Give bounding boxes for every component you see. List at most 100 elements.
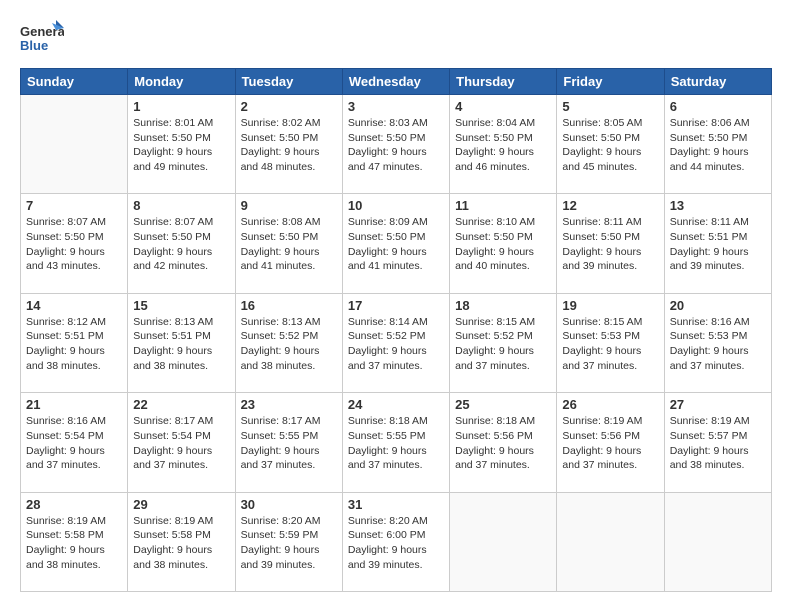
- day-info: Sunrise: 8:07 AM Sunset: 5:50 PM Dayligh…: [133, 215, 229, 274]
- day-info: Sunrise: 8:14 AM Sunset: 5:52 PM Dayligh…: [348, 315, 444, 374]
- calendar-cell: 21Sunrise: 8:16 AM Sunset: 5:54 PM Dayli…: [21, 393, 128, 492]
- day-number: 6: [670, 99, 766, 114]
- day-number: 30: [241, 497, 337, 512]
- calendar-cell: 26 Sunrise: 8:19 AM Sunset: 5:56 PM Dayli…: [557, 393, 664, 492]
- calendar-cell: 29 Sunrise: 8:19 AM Sunset: 5:58 PM Dayli…: [128, 492, 235, 591]
- day-info: Sunrise: 8:15 AM Sunset: 5:52 PM Dayligh…: [455, 315, 551, 374]
- day-number: 12: [562, 198, 658, 213]
- calendar-cell: 7 Sunrise: 8:07 AM Sunset: 5:50 PM Daylig…: [21, 194, 128, 293]
- day-number: 29: [133, 497, 229, 512]
- logo-icon: General Blue: [20, 20, 64, 56]
- day-number: 24: [348, 397, 444, 412]
- calendar-cell: 2Sunrise: 8:02 AM Sunset: 5:50 PM Daylig…: [235, 95, 342, 194]
- day-number: 7: [26, 198, 122, 213]
- day-number: 11: [455, 198, 551, 213]
- day-info: Sunrise: 8:19 AM Sunset: 5:58 PM Dayligh…: [26, 514, 122, 573]
- calendar-cell: 13 Sunrise: 8:11 AM Sunset: 5:51 PM Dayli…: [664, 194, 771, 293]
- day-info: Sunrise: 8:01 AM Sunset: 5:50 PM Dayligh…: [133, 116, 229, 175]
- day-info: Sunrise: 8:19 AM Sunset: 5:58 PM Dayligh…: [133, 514, 229, 573]
- day-number: 3: [348, 99, 444, 114]
- calendar-cell: [664, 492, 771, 591]
- day-info: Sunrise: 8:09 AM Sunset: 5:50 PM Dayligh…: [348, 215, 444, 274]
- calendar-cell: 22 Sunrise: 8:17 AM Sunset: 5:54 PM Dayli…: [128, 393, 235, 492]
- day-info: Sunrise: 8:16 AM Sunset: 5:54 PM Dayligh…: [26, 414, 122, 473]
- day-info: Sunrise: 8:10 AM Sunset: 5:50 PM Dayligh…: [455, 215, 551, 274]
- day-of-week-saturday: Saturday: [664, 69, 771, 95]
- day-info: Sunrise: 8:20 AM Sunset: 6:00 PM Dayligh…: [348, 514, 444, 573]
- day-info: Sunrise: 8:17 AM Sunset: 5:54 PM Dayligh…: [133, 414, 229, 473]
- day-info: Sunrise: 8:07 AM Sunset: 5:50 PM Dayligh…: [26, 215, 122, 274]
- page: General Blue SundayMondayTuesdayWednesda…: [0, 0, 792, 612]
- calendar-cell: [557, 492, 664, 591]
- day-number: 26: [562, 397, 658, 412]
- day-number: 19: [562, 298, 658, 313]
- day-number: 16: [241, 298, 337, 313]
- day-number: 4: [455, 99, 551, 114]
- day-number: 23: [241, 397, 337, 412]
- day-of-week-tuesday: Tuesday: [235, 69, 342, 95]
- day-info: Sunrise: 8:08 AM Sunset: 5:50 PM Dayligh…: [241, 215, 337, 274]
- calendar-cell: 12 Sunrise: 8:11 AM Sunset: 5:50 PM Dayli…: [557, 194, 664, 293]
- day-of-week-sunday: Sunday: [21, 69, 128, 95]
- day-info: Sunrise: 8:18 AM Sunset: 5:56 PM Dayligh…: [455, 414, 551, 473]
- day-info: Sunrise: 8:11 AM Sunset: 5:50 PM Dayligh…: [562, 215, 658, 274]
- day-number: 9: [241, 198, 337, 213]
- day-info: Sunrise: 8:11 AM Sunset: 5:51 PM Dayligh…: [670, 215, 766, 274]
- calendar-cell: 28 Sunrise: 8:19 AM Sunset: 5:58 PM Dayli…: [21, 492, 128, 591]
- day-number: 10: [348, 198, 444, 213]
- calendar-cell: 18 Sunrise: 8:15 AM Sunset: 5:52 PM Dayli…: [450, 293, 557, 392]
- day-info: Sunrise: 8:02 AM Sunset: 5:50 PM Dayligh…: [241, 116, 337, 175]
- calendar-week-2: 7 Sunrise: 8:07 AM Sunset: 5:50 PM Daylig…: [21, 194, 772, 293]
- calendar-cell: 31 Sunrise: 8:20 AM Sunset: 6:00 PM Dayli…: [342, 492, 449, 591]
- day-info: Sunrise: 8:19 AM Sunset: 5:56 PM Dayligh…: [562, 414, 658, 473]
- day-info: Sunrise: 8:06 AM Sunset: 5:50 PM Dayligh…: [670, 116, 766, 175]
- day-number: 20: [670, 298, 766, 313]
- day-number: 31: [348, 497, 444, 512]
- calendar-cell: 10 Sunrise: 8:09 AM Sunset: 5:50 PM Dayli…: [342, 194, 449, 293]
- day-of-week-wednesday: Wednesday: [342, 69, 449, 95]
- logo: General Blue: [20, 20, 64, 56]
- day-number: 13: [670, 198, 766, 213]
- calendar-week-1: 1Sunrise: 8:01 AM Sunset: 5:50 PM Daylig…: [21, 95, 772, 194]
- calendar-table: SundayMondayTuesdayWednesdayThursdayFrid…: [20, 68, 772, 592]
- calendar-cell: 4 Sunrise: 8:04 AM Sunset: 5:50 PM Daylig…: [450, 95, 557, 194]
- calendar-cell: 30 Sunrise: 8:20 AM Sunset: 5:59 PM Dayli…: [235, 492, 342, 591]
- calendar-cell: 5 Sunrise: 8:05 AM Sunset: 5:50 PM Daylig…: [557, 95, 664, 194]
- calendar-cell: 11 Sunrise: 8:10 AM Sunset: 5:50 PM Dayli…: [450, 194, 557, 293]
- day-info: Sunrise: 8:20 AM Sunset: 5:59 PM Dayligh…: [241, 514, 337, 573]
- calendar-cell: 8 Sunrise: 8:07 AM Sunset: 5:50 PM Daylig…: [128, 194, 235, 293]
- calendar-cell: 24 Sunrise: 8:18 AM Sunset: 5:55 PM Dayli…: [342, 393, 449, 492]
- calendar-week-5: 28 Sunrise: 8:19 AM Sunset: 5:58 PM Dayli…: [21, 492, 772, 591]
- day-number: 28: [26, 497, 122, 512]
- day-info: Sunrise: 8:04 AM Sunset: 5:50 PM Dayligh…: [455, 116, 551, 175]
- calendar-cell: 1Sunrise: 8:01 AM Sunset: 5:50 PM Daylig…: [128, 95, 235, 194]
- day-number: 15: [133, 298, 229, 313]
- day-number: 8: [133, 198, 229, 213]
- day-info: Sunrise: 8:15 AM Sunset: 5:53 PM Dayligh…: [562, 315, 658, 374]
- calendar-cell: 6 Sunrise: 8:06 AM Sunset: 5:50 PM Daylig…: [664, 95, 771, 194]
- calendar-cell: 16 Sunrise: 8:13 AM Sunset: 5:52 PM Dayli…: [235, 293, 342, 392]
- day-info: Sunrise: 8:05 AM Sunset: 5:50 PM Dayligh…: [562, 116, 658, 175]
- calendar-cell: [21, 95, 128, 194]
- day-number: 22: [133, 397, 229, 412]
- day-info: Sunrise: 8:17 AM Sunset: 5:55 PM Dayligh…: [241, 414, 337, 473]
- calendar-cell: 14Sunrise: 8:12 AM Sunset: 5:51 PM Dayli…: [21, 293, 128, 392]
- day-info: Sunrise: 8:18 AM Sunset: 5:55 PM Dayligh…: [348, 414, 444, 473]
- calendar-cell: 9 Sunrise: 8:08 AM Sunset: 5:50 PM Daylig…: [235, 194, 342, 293]
- day-of-week-friday: Friday: [557, 69, 664, 95]
- day-number: 17: [348, 298, 444, 313]
- day-info: Sunrise: 8:13 AM Sunset: 5:51 PM Dayligh…: [133, 315, 229, 374]
- calendar-header-row: SundayMondayTuesdayWednesdayThursdayFrid…: [21, 69, 772, 95]
- day-number: 5: [562, 99, 658, 114]
- calendar-cell: [450, 492, 557, 591]
- svg-text:Blue: Blue: [20, 38, 48, 53]
- day-info: Sunrise: 8:13 AM Sunset: 5:52 PM Dayligh…: [241, 315, 337, 374]
- calendar-cell: 15 Sunrise: 8:13 AM Sunset: 5:51 PM Dayli…: [128, 293, 235, 392]
- calendar-cell: 25 Sunrise: 8:18 AM Sunset: 5:56 PM Dayli…: [450, 393, 557, 492]
- day-number: 25: [455, 397, 551, 412]
- header: General Blue: [20, 20, 772, 56]
- day-number: 14: [26, 298, 122, 313]
- day-info: Sunrise: 8:03 AM Sunset: 5:50 PM Dayligh…: [348, 116, 444, 175]
- day-number: 18: [455, 298, 551, 313]
- calendar-cell: 19 Sunrise: 8:15 AM Sunset: 5:53 PM Dayli…: [557, 293, 664, 392]
